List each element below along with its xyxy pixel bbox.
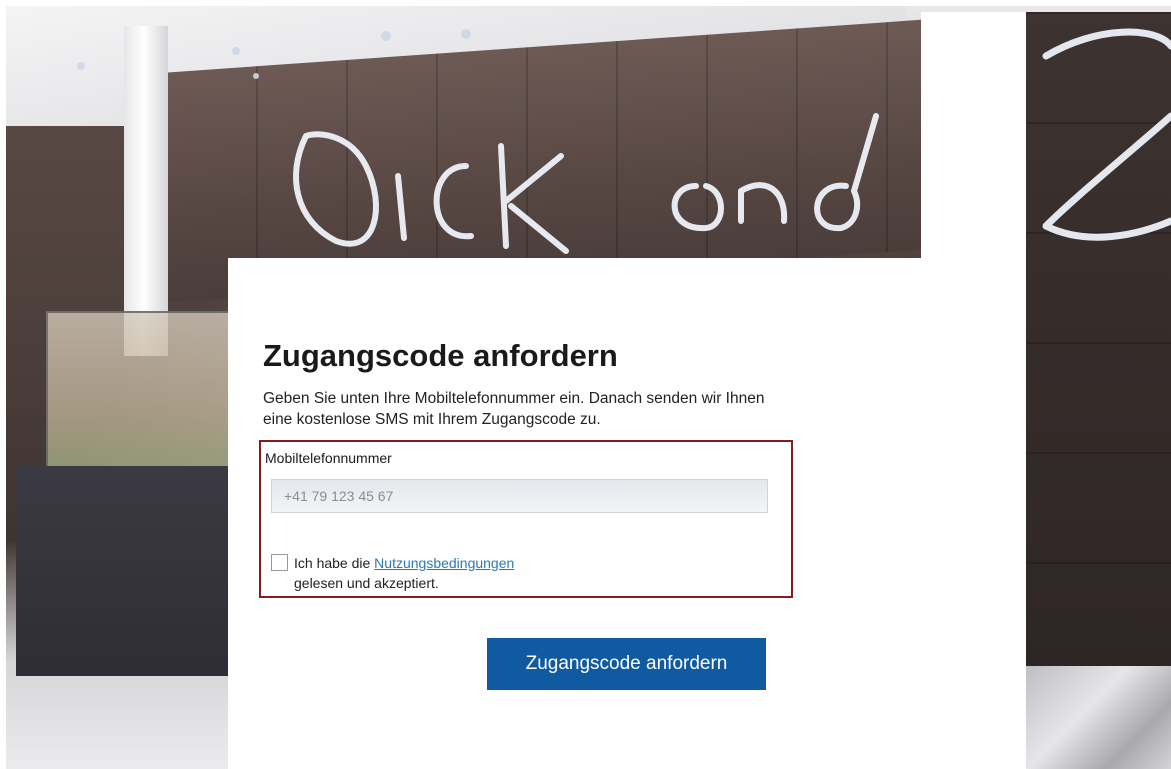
access-code-form-card: Zugangscode anfordern Geben Sie unten Ih… xyxy=(228,258,1018,769)
terms-text: Ich habe die Nutzungsbedingungen xyxy=(294,555,514,571)
terms-prefix: Ich habe die xyxy=(294,555,375,571)
request-access-code-button[interactable]: Zugangscode anfordern xyxy=(487,638,766,690)
phone-field-group: Mobiltelefonnummer Ich habe die Nutzungs… xyxy=(259,440,793,598)
page-title: Zugangscode anfordern xyxy=(263,338,618,373)
terms-of-use-link[interactable]: Nutzungsbedingungen xyxy=(374,555,514,571)
terms-suffix: gelesen und akzeptiert. xyxy=(294,575,439,591)
phone-field-label: Mobiltelefonnummer xyxy=(265,450,392,466)
page: Zugangscode anfordern Geben Sie unten Ih… xyxy=(0,0,1171,769)
form-description: Geben Sie unten Ihre Mobiltelefonnummer … xyxy=(263,390,765,428)
phone-number-input[interactable] xyxy=(271,479,768,513)
terms-checkbox[interactable] xyxy=(271,554,288,571)
